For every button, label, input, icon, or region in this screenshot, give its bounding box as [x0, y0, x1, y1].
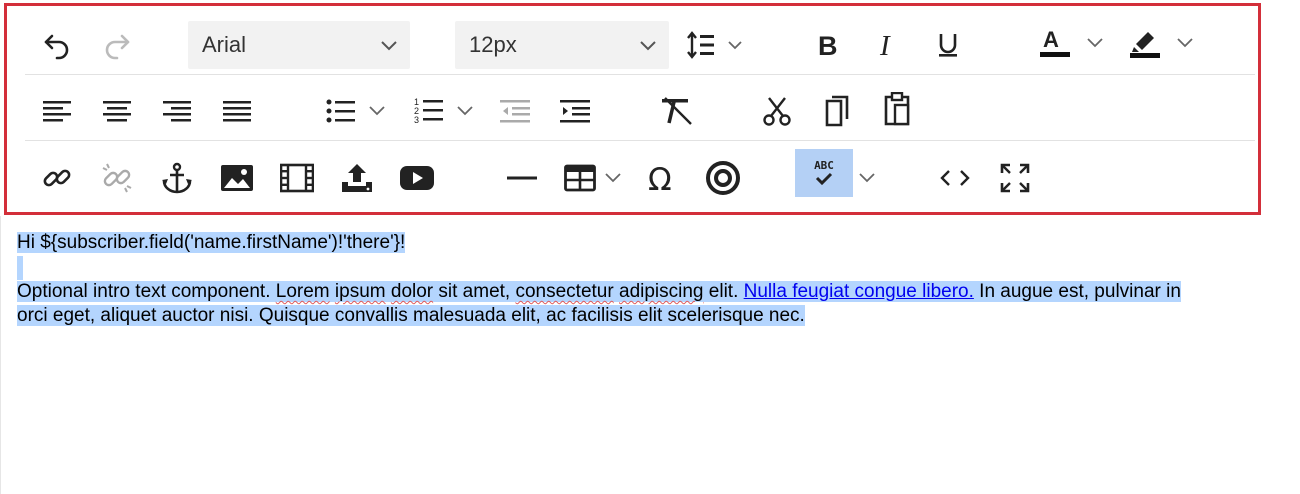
- svg-text:3: 3: [414, 115, 419, 125]
- content-link[interactable]: Nulla feugiat congue libero.: [743, 281, 974, 302]
- font-family-value: Arial: [202, 32, 247, 57]
- outdent-icon[interactable]: [495, 91, 535, 131]
- highlight-color-icon: [1126, 26, 1162, 60]
- table-icon: [564, 164, 596, 192]
- underline-icon[interactable]: [928, 25, 968, 65]
- target-icon[interactable]: [701, 158, 745, 198]
- chevron-down-icon: [1176, 37, 1194, 49]
- align-justify-icon[interactable]: [217, 91, 257, 131]
- intro-paragraph-line-1[interactable]: Optional intro text component. Lorem ips…: [17, 280, 1181, 304]
- code-view-icon[interactable]: [935, 158, 975, 198]
- anchor-icon[interactable]: [157, 158, 197, 198]
- intro-text-a: Optional intro text component.: [17, 281, 276, 302]
- misspelled-word: adipiscing: [619, 281, 704, 302]
- intro-paragraph-line-2[interactable]: orci eget, aliquet auctor nisi. Quisque …: [17, 304, 805, 328]
- svg-text:A: A: [1043, 27, 1059, 52]
- intro-text-b: sit amet,: [433, 281, 516, 302]
- clear-formatting-icon[interactable]: [655, 91, 699, 131]
- chevron-down-icon: [456, 105, 474, 117]
- upload-icon[interactable]: [337, 158, 377, 198]
- toolbar-row-1: Arial 12px B I A: [25, 6, 1265, 72]
- special-character-icon[interactable]: Ω: [641, 158, 685, 198]
- redo-icon[interactable]: [97, 25, 137, 65]
- chevron-down-icon: [727, 40, 743, 50]
- image-icon[interactable]: [217, 158, 257, 198]
- text-color-icon: A: [1036, 26, 1072, 60]
- editor-content-area[interactable]: Hi ${subscriber.field('name.firstName')!…: [0, 216, 1300, 494]
- misspelled-word: dolor: [390, 281, 434, 302]
- greeting-text: Hi ${subscriber.field('name.firstName')!…: [17, 232, 406, 253]
- italic-icon[interactable]: I: [868, 25, 908, 65]
- empty-line-selection: [17, 256, 23, 280]
- intro-text-d: In augue est, pulvinar in: [973, 281, 1181, 302]
- undo-icon[interactable]: [37, 25, 77, 65]
- video-icon[interactable]: [277, 158, 317, 198]
- spellcheck-icon: ABC: [814, 160, 834, 186]
- bold-icon[interactable]: B: [808, 25, 848, 65]
- table-button[interactable]: [558, 158, 628, 198]
- editor-toolbar: Arial 12px B I A 1 2 3 Ω ABC: [4, 3, 1261, 215]
- chevron-down-icon: [1086, 37, 1104, 49]
- copy-icon[interactable]: [817, 91, 857, 131]
- chevron-down-icon: [368, 105, 386, 117]
- youtube-icon[interactable]: [397, 158, 437, 198]
- font-size-select[interactable]: 12px: [455, 21, 669, 69]
- cut-icon[interactable]: [757, 91, 797, 131]
- spellcheck-dropdown[interactable]: [853, 158, 881, 198]
- svg-text:I: I: [879, 30, 891, 60]
- intro-text-e: orci eget, aliquet auctor nisi. Quisque …: [17, 305, 805, 326]
- highlight-color-button[interactable]: [1120, 23, 1200, 63]
- chevron-down-icon: [639, 32, 657, 58]
- misspelled-word: Lorem: [275, 281, 330, 302]
- horizontal-rule-icon[interactable]: [500, 158, 544, 198]
- misspelled-word: consectetur: [515, 281, 614, 302]
- indent-icon[interactable]: [555, 91, 595, 131]
- text-color-button[interactable]: A: [1030, 23, 1110, 63]
- align-center-icon[interactable]: [97, 91, 137, 131]
- link-icon[interactable]: [37, 158, 77, 198]
- toolbar-row-2: 123: [25, 74, 1255, 141]
- chevron-down-icon: [858, 172, 876, 184]
- chevron-down-icon: [604, 172, 622, 184]
- align-right-icon[interactable]: [157, 91, 197, 131]
- misspelled-word: ipsum: [334, 281, 386, 302]
- chevron-down-icon: [380, 32, 398, 58]
- svg-text:B: B: [818, 31, 838, 60]
- spellcheck-button[interactable]: ABC: [795, 149, 853, 197]
- paste-icon[interactable]: [877, 89, 917, 129]
- intro-text-c: elit.: [703, 281, 744, 302]
- spellcheck-label: ABC: [814, 159, 834, 172]
- font-family-select[interactable]: Arial: [188, 21, 410, 69]
- font-size-value: 12px: [469, 32, 517, 57]
- bullet-list-icon: [326, 98, 356, 124]
- numbered-list-icon: 123: [414, 97, 444, 125]
- greeting-line[interactable]: Hi ${subscriber.field('name.firstName')!…: [17, 231, 406, 255]
- unlink-icon[interactable]: [97, 158, 137, 198]
- bullet-list-button[interactable]: [320, 91, 392, 131]
- toolbar-row-3: Ω ABC: [25, 140, 1255, 207]
- align-left-icon[interactable]: [37, 91, 77, 131]
- line-height-icon: [687, 30, 727, 60]
- line-height-button[interactable]: [683, 25, 747, 65]
- svg-text:Ω: Ω: [648, 163, 672, 193]
- numbered-list-button[interactable]: 123: [408, 91, 480, 131]
- fullscreen-icon[interactable]: [995, 158, 1035, 198]
